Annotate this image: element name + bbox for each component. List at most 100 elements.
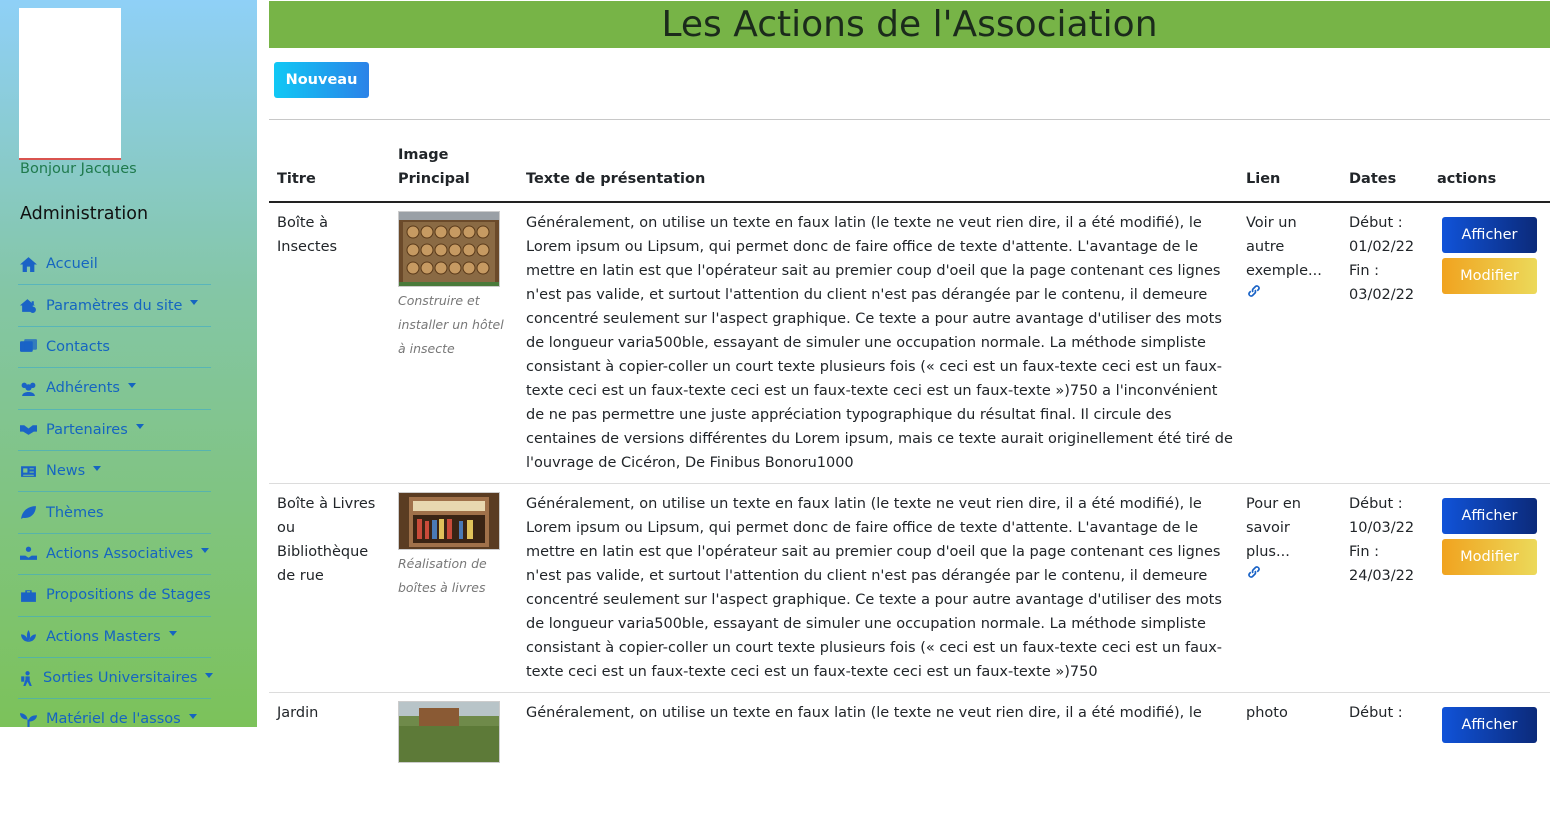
show-button[interactable]: Afficher xyxy=(1442,217,1537,253)
sidebar-item-label: Accueil xyxy=(46,256,98,273)
table-header: Titre Image Principal Texte de présentat… xyxy=(269,140,1550,203)
sidebar-item-actions-masters[interactable]: Actions Masters xyxy=(18,617,211,658)
chevron-down-icon xyxy=(188,713,197,719)
row-link-text[interactable]: photo xyxy=(1246,701,1336,725)
sidebar-item-label: Sorties Universitaires xyxy=(43,670,198,687)
row-image-cell xyxy=(398,701,508,765)
header-dates: Dates xyxy=(1349,171,1397,187)
sidebar-item-label: Contacts xyxy=(46,338,110,355)
row-image-cell: Réalisation de boîtes à livres xyxy=(398,492,508,600)
date-end: Fin : 03/02/22 xyxy=(1349,263,1415,303)
hiking-icon xyxy=(18,670,35,686)
sidebar-item-partenaires[interactable]: Partenaires xyxy=(18,410,211,451)
link-icon[interactable] xyxy=(1246,566,1262,584)
sidebar-item-propositions-stages[interactable]: Propositions de Stages xyxy=(18,575,211,617)
users-icon xyxy=(18,380,38,396)
chevron-down-icon xyxy=(201,548,210,554)
sidebar-item-label: Matériel de l'assos xyxy=(46,711,181,727)
sidebar-item-label: Propositions de Stages xyxy=(46,587,211,604)
header-image: Image Principal xyxy=(398,147,470,187)
sidebar-item-label: Thèmes xyxy=(46,504,104,521)
greeting: Bonjour Jacques xyxy=(20,161,137,177)
chevron-down-icon xyxy=(127,382,136,388)
row-actions: Afficher Modifier xyxy=(1442,498,1537,575)
sidebar-item-materiel[interactable]: Matériel de l'assos xyxy=(18,699,211,727)
table-row: Jardin Généralement, on utilise un texte… xyxy=(269,693,1550,813)
date-start: Début : 10/03/22 xyxy=(1349,496,1415,536)
row-text: Généralement, on utilise un texte en fau… xyxy=(526,215,1233,471)
actions-table: Titre Image Principal Texte de présentat… xyxy=(269,140,1550,813)
header-title: Titre xyxy=(277,171,316,187)
sidebar-item-label: Paramètres du site xyxy=(46,297,183,314)
show-button[interactable]: Afficher xyxy=(1442,498,1537,534)
row-actions: Afficher xyxy=(1442,707,1537,743)
newspaper-icon xyxy=(18,463,38,479)
row-image-cell: Construire et installer un hôtel à insec… xyxy=(398,211,508,361)
edit-button[interactable]: Modifier xyxy=(1442,539,1537,575)
row-link[interactable]: Pour en savoir plus... xyxy=(1246,492,1336,588)
divider xyxy=(269,119,1550,120)
row-dates: Début : 01/02/22 Fin : 03/02/22 xyxy=(1349,211,1429,307)
sidebar-item-label: Actions Associatives xyxy=(46,545,194,562)
sidebar-nav: Accueil Paramètres du site Contacts Adhé… xyxy=(18,244,214,727)
seedling-icon xyxy=(18,711,38,727)
date-start: Début : xyxy=(1349,705,1403,721)
row-title: Boîte à Livres ou Bibliothèque de rue xyxy=(277,496,376,584)
chevron-down-icon xyxy=(135,424,144,430)
header-text: Texte de présentation xyxy=(526,171,706,187)
sidebar-item-label: Partenaires xyxy=(46,421,128,438)
avatar xyxy=(19,8,121,160)
link-icon[interactable] xyxy=(1246,285,1262,303)
page-title: Les Actions de l'Association xyxy=(269,1,1550,48)
row-dates: Début : 10/03/22 Fin : 24/03/22 xyxy=(1349,492,1429,588)
image-caption: Construire et installer un hôtel à insec… xyxy=(398,293,504,356)
table-row: Boîte à Insectes Construire et installer… xyxy=(269,203,1550,484)
row-link[interactable]: photo xyxy=(1246,701,1336,725)
sidebar-section-title: Administration xyxy=(20,204,149,224)
date-end: Fin : 24/03/22 xyxy=(1349,544,1415,584)
image-caption: Réalisation de boîtes à livres xyxy=(398,556,487,595)
sidebar-item-adherents[interactable]: Adhérents xyxy=(18,368,211,410)
briefcase-icon xyxy=(18,587,38,603)
row-title: Boîte à Insectes xyxy=(277,215,338,255)
leaf-icon xyxy=(18,505,38,521)
chevron-down-icon xyxy=(190,300,199,306)
row-text: Généralement, on utilise un texte en fau… xyxy=(526,705,1202,721)
sidebar-item-label: Actions Masters xyxy=(46,628,161,645)
chevron-down-icon xyxy=(205,672,214,678)
sidebar-item-sorties-universitaires[interactable]: Sorties Universitaires xyxy=(18,658,214,700)
row-actions: Afficher Modifier xyxy=(1442,217,1537,294)
show-button[interactable]: Afficher xyxy=(1442,707,1537,743)
hand-holding-icon xyxy=(18,546,38,562)
sidebar-item-accueil[interactable]: Accueil xyxy=(18,244,211,286)
handshake-icon xyxy=(18,422,38,438)
table-row: Boîte à Livres ou Bibliothèque de rue Ré… xyxy=(269,484,1550,693)
row-title: Jardin xyxy=(277,705,319,721)
sidebar-item-actions-associatives[interactable]: Actions Associatives xyxy=(18,534,211,576)
garden-image xyxy=(398,701,500,763)
lotus-icon xyxy=(18,629,38,645)
chevron-down-icon xyxy=(93,465,102,471)
row-link-text[interactable]: Pour en savoir plus... xyxy=(1246,492,1336,564)
sidebar-item-label: Adhérents xyxy=(46,380,120,397)
sidebar-item-parametres[interactable]: Paramètres du site xyxy=(18,285,211,327)
sidebar-item-contacts[interactable]: Contacts xyxy=(18,327,211,369)
date-start: Début : 01/02/22 xyxy=(1349,215,1415,255)
header-link: Lien xyxy=(1246,171,1281,187)
contacts-icon xyxy=(18,339,38,355)
sidebar-item-label: News xyxy=(46,463,86,480)
chevron-down-icon xyxy=(168,631,177,637)
header-actions: actions xyxy=(1437,171,1497,187)
edit-button[interactable]: Modifier xyxy=(1442,258,1537,294)
insect-hotel-image xyxy=(398,211,500,287)
row-text: Généralement, on utilise un texte en fau… xyxy=(526,496,1223,680)
new-button[interactable]: Nouveau xyxy=(274,62,369,98)
row-link[interactable]: Voir un autre exemple... xyxy=(1246,211,1336,307)
sidebar-item-news[interactable]: News xyxy=(18,451,211,493)
sidebar-item-themes[interactable]: Thèmes xyxy=(18,492,211,534)
book-box-image xyxy=(398,492,500,550)
settings-icon xyxy=(18,298,38,314)
row-link-text[interactable]: Voir un autre exemple... xyxy=(1246,211,1336,283)
sidebar: Bonjour Jacques Administration Accueil P… xyxy=(0,0,257,727)
home-icon xyxy=(18,256,38,272)
